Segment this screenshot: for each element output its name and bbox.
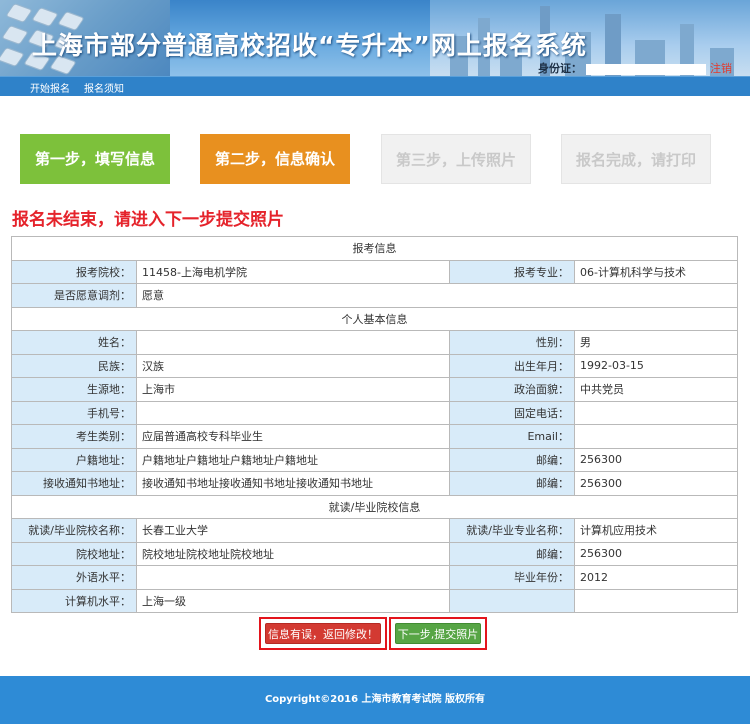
empty-label-cell	[449, 588, 575, 613]
table-row: 外语水平： 毕业年份： 2012	[11, 565, 738, 590]
step-1-fill-info: 第一步，填写信息	[20, 134, 170, 184]
origin-label: 生源地：	[11, 377, 137, 402]
registration-info-table: 报考信息 报考院校： 11458-上海电机学院 报考专业： 06-计算机科学与技…	[11, 236, 738, 613]
grad-year-value: 2012	[574, 565, 738, 590]
top-nav: 开始报名 报名须知	[0, 76, 750, 96]
adjust-value: 愿意	[136, 283, 738, 308]
zip1-value: 256300	[574, 447, 738, 472]
table-row: 姓名： 性别： 男	[11, 330, 738, 355]
step-2-confirm-info: 第二步，信息确认	[200, 134, 350, 184]
apply-major-value: 06-计算机科学与技术	[574, 259, 738, 284]
apply-school-label: 报考院校：	[11, 259, 137, 284]
computer-level-label: 计算机水平：	[11, 588, 137, 613]
table-row: 个人基本信息	[11, 306, 738, 331]
user-id-area: 身份证： 注销	[538, 60, 732, 76]
grad-major-value: 计算机应用技术	[574, 518, 738, 543]
table-row: 考生类别： 应届普通高校专科毕业生 Email：	[11, 424, 738, 449]
birth-value: 1992-03-15	[574, 353, 738, 378]
section-header-apply: 报考信息	[11, 236, 738, 261]
section-header-personal: 个人基本信息	[11, 306, 738, 331]
table-row: 报考信息	[11, 236, 738, 261]
apply-major-label: 报考专业：	[449, 259, 575, 284]
back-button-highlight: 信息有误，返回修改！	[259, 617, 387, 650]
nav-start-registration[interactable]: 开始报名	[30, 80, 70, 95]
id-label: 身份证：	[538, 62, 582, 75]
computer-level-value: 上海一级	[136, 588, 450, 613]
grad-school-label: 就读/毕业院校名称：	[11, 518, 137, 543]
table-row: 就读/毕业院校名称： 长春工业大学 就读/毕业专业名称： 计算机应用技术	[11, 518, 738, 543]
household-value: 户籍地址户籍地址户籍地址户籍地址	[136, 447, 450, 472]
logout-link[interactable]: 注销	[710, 62, 732, 75]
table-row: 就读/毕业院校信息	[11, 494, 738, 519]
political-label: 政治面貌：	[449, 377, 575, 402]
zip1-label: 邮编：	[449, 447, 575, 472]
status-notice: 报名未结束，请进入下一步提交照片	[12, 210, 284, 230]
school-address-value: 院校地址院校地址院校地址	[136, 541, 450, 566]
grad-school-value: 长春工业大学	[136, 518, 450, 543]
table-row: 生源地： 上海市 政治面貌： 中共党员	[11, 377, 738, 402]
table-row: 院校地址： 院校地址院校地址院校地址 邮编： 256300	[11, 541, 738, 566]
table-row: 民族： 汉族 出生年月： 1992-03-15	[11, 353, 738, 378]
notice-address-label: 接收通知书地址：	[11, 471, 137, 496]
political-value: 中共党员	[574, 377, 738, 402]
origin-value: 上海市	[136, 377, 450, 402]
notice-address-value: 接收通知书地址接收通知书地址接收通知书地址	[136, 471, 450, 496]
mobile-label: 手机号：	[11, 400, 137, 425]
table-row: 是否愿意调剂： 愿意	[11, 283, 738, 308]
next-upload-photo-button[interactable]: 下一步,提交照片	[395, 623, 481, 644]
language-level-label: 外语水平：	[11, 565, 137, 590]
gender-value: 男	[574, 330, 738, 355]
school-address-label: 院校地址：	[11, 541, 137, 566]
apply-school-value: 11458-上海电机学院	[136, 259, 450, 284]
mobile-value	[136, 400, 450, 425]
school-zip-label: 邮编：	[449, 541, 575, 566]
birth-label: 出生年月：	[449, 353, 575, 378]
id-value-masked	[586, 63, 706, 75]
adjust-label: 是否愿意调剂：	[11, 283, 137, 308]
table-row: 手机号： 固定电话：	[11, 400, 738, 425]
section-header-school: 就读/毕业院校信息	[11, 494, 738, 519]
header-banner: 上海市部分普通高校招收“专升本”网上报名系统 身份证： 注销	[0, 0, 750, 76]
gender-label: 性别：	[449, 330, 575, 355]
email-value	[574, 424, 738, 449]
name-value	[136, 330, 450, 355]
ethnic-value: 汉族	[136, 353, 450, 378]
language-level-value	[136, 565, 450, 590]
next-button-highlight: 下一步,提交照片	[389, 617, 487, 650]
phone-label: 固定电话：	[449, 400, 575, 425]
table-row: 接收通知书地址： 接收通知书地址接收通知书地址接收通知书地址 邮编： 25630…	[11, 471, 738, 496]
back-to-edit-button[interactable]: 信息有误，返回修改！	[265, 623, 381, 644]
table-row: 报考院校： 11458-上海电机学院 报考专业： 06-计算机科学与技术	[11, 259, 738, 284]
ethnic-label: 民族：	[11, 353, 137, 378]
grad-major-label: 就读/毕业专业名称：	[449, 518, 575, 543]
footer-copyright: Copyright©2016 上海市教育考试院 版权所有	[0, 676, 750, 724]
empty-value-cell	[574, 588, 738, 613]
school-zip-value: 256300	[574, 541, 738, 566]
email-label: Email：	[449, 424, 575, 449]
zip2-value: 256300	[574, 471, 738, 496]
system-title: 上海市部分普通高校招收“专升本”网上报名系统	[32, 31, 587, 60]
step-3-upload-photo: 第三步，上传照片	[381, 134, 531, 184]
zip2-label: 邮编：	[449, 471, 575, 496]
household-label: 户籍地址：	[11, 447, 137, 472]
nav-registration-notice[interactable]: 报名须知	[84, 80, 124, 95]
category-label: 考生类别：	[11, 424, 137, 449]
grad-year-label: 毕业年份：	[449, 565, 575, 590]
category-value: 应届普通高校专科毕业生	[136, 424, 450, 449]
step-4-print: 报名完成，请打印	[561, 134, 711, 184]
name-label: 姓名：	[11, 330, 137, 355]
phone-value	[574, 400, 738, 425]
table-row: 户籍地址： 户籍地址户籍地址户籍地址户籍地址 邮编： 256300	[11, 447, 738, 472]
table-row: 计算机水平： 上海一级	[11, 588, 738, 613]
